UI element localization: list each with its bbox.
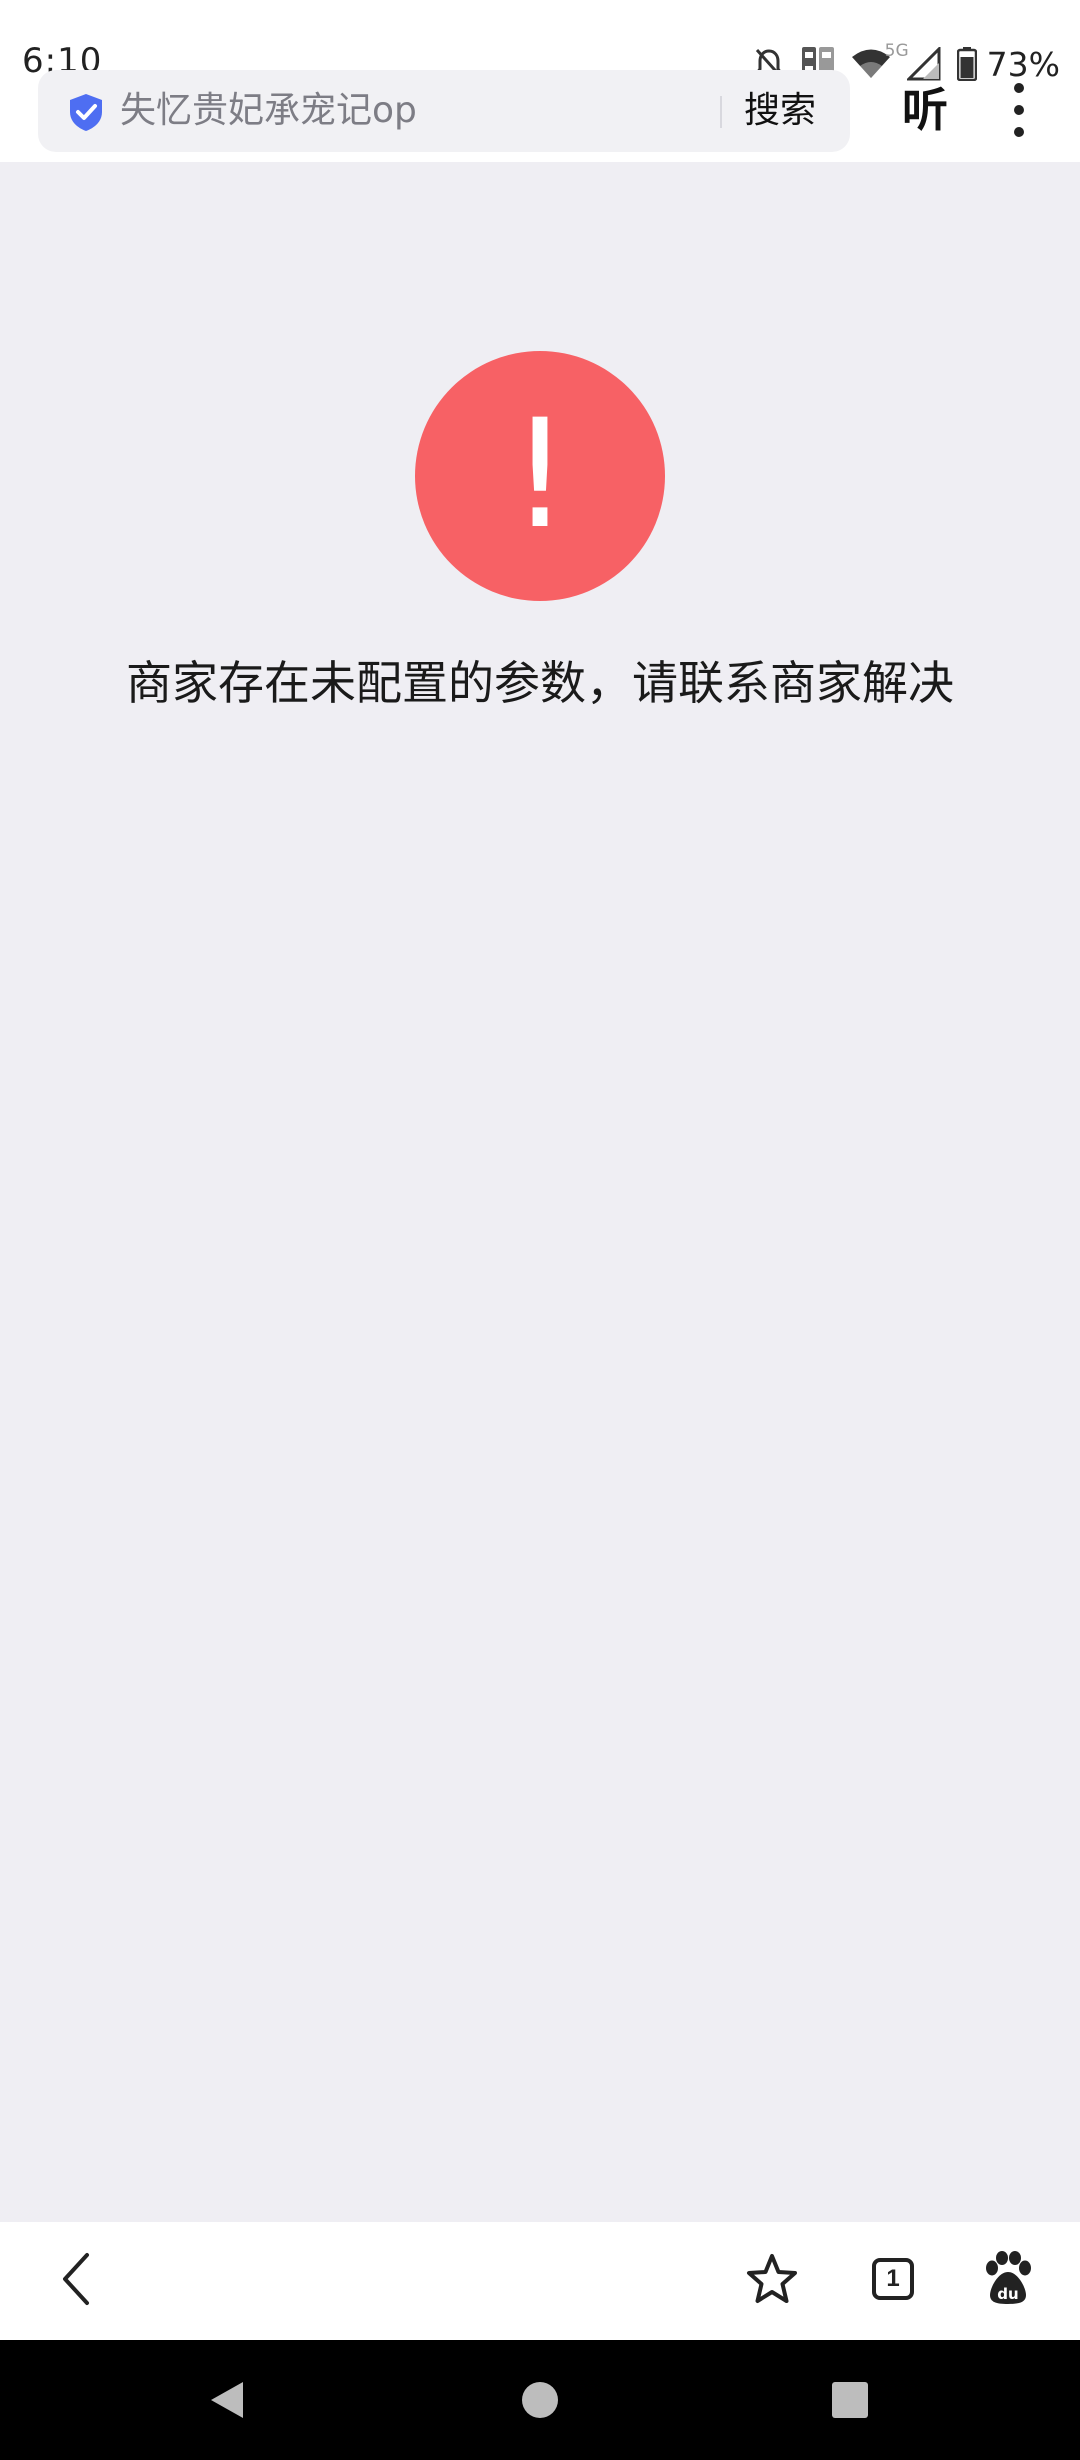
signal-icon: 5G (885, 41, 941, 81)
nav-home-button[interactable] (480, 2340, 600, 2460)
nav-back-icon (165, 2382, 285, 2460)
network-type-label: 5G (884, 41, 909, 61)
star-icon (744, 2254, 800, 2311)
bookmark-button[interactable] (744, 2252, 800, 2308)
listen-button[interactable]: 听 (902, 80, 948, 140)
back-button[interactable] (52, 2250, 102, 2310)
screen: 6:10 5G 73% 失忆贵妃承宠记op 搜索 听 ! 商家存在未配置的参数，… (0, 0, 1080, 2460)
svg-text:du: du (997, 2285, 1018, 2303)
exclamation-glyph: ! (510, 388, 570, 562)
nav-back-button[interactable] (165, 2340, 285, 2460)
battery-icon (956, 47, 977, 81)
battery-percent: 73% (986, 44, 1060, 84)
nav-recents-icon (790, 2382, 910, 2460)
tabs-button[interactable]: 1 (872, 2258, 914, 2300)
chevron-left-icon (57, 2252, 97, 2310)
address-bar[interactable]: 失忆贵妃承宠记op 搜索 (38, 70, 850, 152)
nav-recents-button[interactable] (790, 2340, 910, 2460)
error-icon: ! (415, 351, 665, 601)
more-menu-button[interactable] (1006, 82, 1032, 138)
baidu-button[interactable]: du (980, 2250, 1036, 2306)
address-text[interactable]: 失忆贵妃承宠记op (120, 88, 417, 134)
browser-header: 6:10 5G 73% 失忆贵妃承宠记op 搜索 听 (0, 0, 1080, 162)
nav-home-icon (480, 2382, 600, 2460)
error-message: 商家存在未配置的参数，请联系商家解决 (126, 656, 954, 710)
baidu-paw-icon: du (980, 2251, 1036, 2309)
more-vertical-icon (1006, 83, 1032, 141)
tab-count: 1 (872, 2258, 914, 2300)
shield-check-icon (66, 92, 106, 132)
bottom-toolbar: 1 du (0, 2222, 1080, 2340)
system-nav-bar (0, 2340, 1080, 2460)
address-divider (720, 96, 722, 128)
search-button[interactable]: 搜索 (744, 88, 816, 134)
